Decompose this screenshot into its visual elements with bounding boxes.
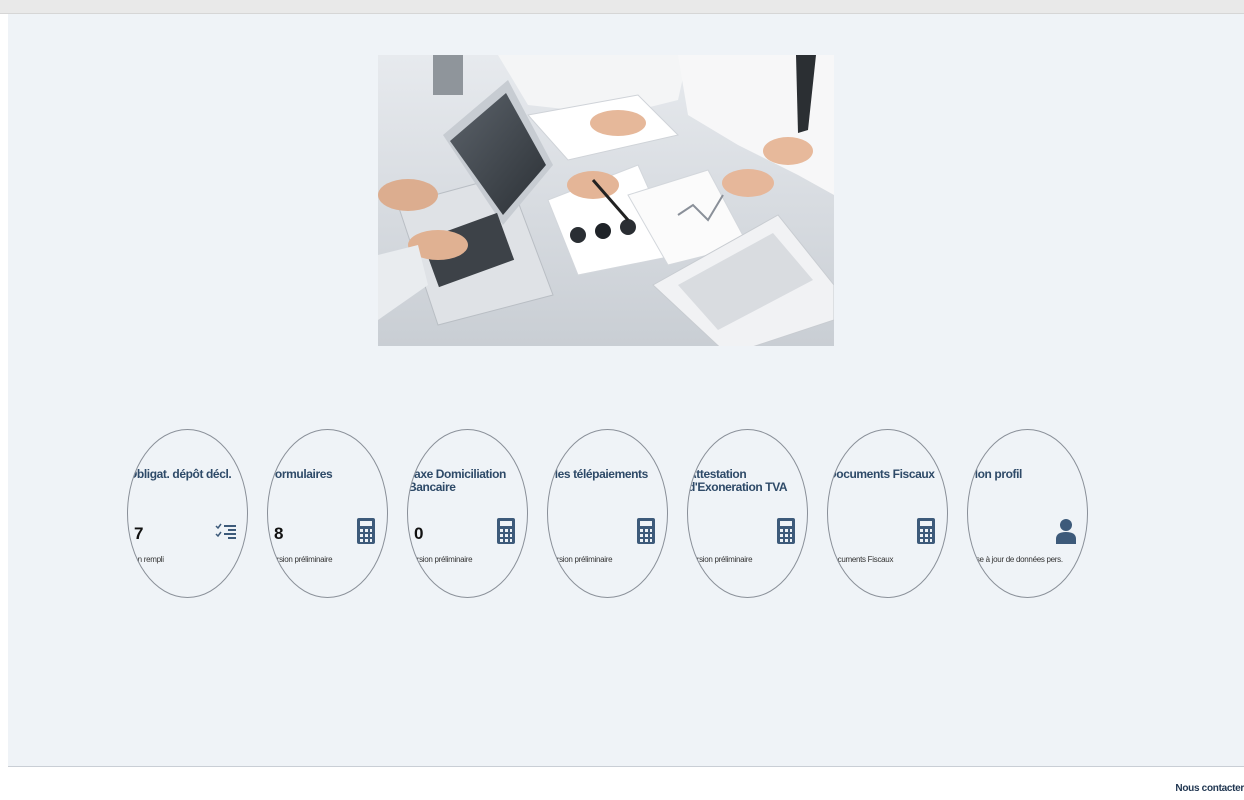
tile-taxe-domiciliation[interactable]: Taxe Domiciliation Bancaire 0 Version pr…	[407, 429, 528, 598]
tile-subtitle: Documents Fiscaux	[828, 555, 894, 564]
tile-title: Taxe Domiciliation Bancaire	[408, 467, 506, 494]
tile-title: Attestation d'Exoneration TVA	[688, 467, 788, 494]
contact-link[interactable]: Nous contacter	[1175, 783, 1244, 794]
tile-subtitle: Version préliminaire	[268, 555, 333, 564]
tile-title: Obligat. dépôt décl.	[128, 467, 232, 481]
calculator-icon	[775, 516, 797, 546]
tile-subtitle: Version préliminaire	[548, 555, 613, 564]
tile-telepaiements[interactable]: Mes télépaiements Version préliminaire	[547, 429, 668, 598]
tile-documents-fiscaux[interactable]: Documents Fiscaux Documents Fiscaux	[827, 429, 948, 598]
top-bar	[0, 0, 1244, 14]
calculator-icon	[355, 516, 377, 546]
checklist-icon	[215, 516, 237, 546]
tile-subtitle: Non rempli	[128, 555, 164, 564]
tile-mon-profil[interactable]: Mon profil Mise à jour de données pers.	[967, 429, 1088, 598]
tile-subtitle: Version préliminaire	[408, 555, 473, 564]
tile-title: Formulaires	[268, 467, 333, 481]
office-meeting-photo	[378, 55, 834, 346]
main-area: Obligat. dépôt décl. 7 Non rempli Formul…	[8, 14, 1244, 766]
tile-count: 8	[274, 524, 284, 543]
calculator-icon	[635, 516, 657, 546]
tile-title: Mes télépaiements	[548, 467, 648, 481]
tile-subtitle: Mise à jour de données pers.	[968, 555, 1063, 564]
tile-formulaires[interactable]: Formulaires 8 Version préliminaire	[267, 429, 388, 598]
tile-title: Mon profil	[968, 467, 1022, 481]
tile-count: 7	[134, 524, 144, 543]
tile-attestation-tva[interactable]: Attestation d'Exoneration TVA Version pr…	[687, 429, 808, 598]
calculator-icon	[915, 516, 937, 546]
tile-subtitle: Version préliminaire	[688, 555, 753, 564]
tile-title: Documents Fiscaux	[828, 467, 935, 481]
user-icon	[1055, 516, 1077, 546]
footer: Nous contacter	[8, 766, 1244, 800]
tile-obligations[interactable]: Obligat. dépôt décl. 7 Non rempli	[127, 429, 248, 598]
calculator-icon	[495, 516, 517, 546]
tile-count: 0	[414, 524, 424, 543]
hero-image	[378, 55, 834, 346]
